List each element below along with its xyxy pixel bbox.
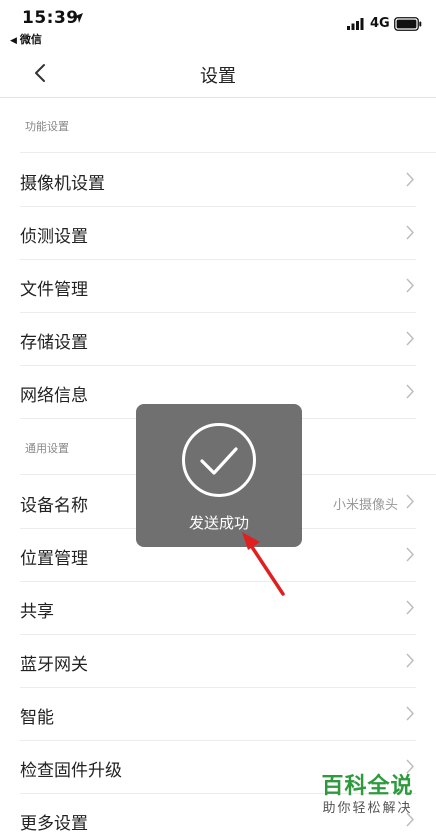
chevron-right-icon <box>406 706 414 721</box>
battery-icon <box>394 17 422 31</box>
chevron-right-icon <box>406 278 414 293</box>
chevron-right-icon <box>406 547 414 562</box>
settings-item-label: 侦测设置 <box>20 227 88 247</box>
settings-item-share[interactable]: 共享 <box>20 581 416 635</box>
watermark-main-text: 百科全说 <box>321 774 414 799</box>
section-header-general: 通用设置 <box>25 442 69 455</box>
settings-item-smart[interactable]: 智能 <box>20 687 416 741</box>
settings-item-label: 摄像机设置 <box>20 174 105 194</box>
section-header-function: 功能设置 <box>25 120 69 133</box>
settings-item-label: 检查固件升级 <box>20 761 122 781</box>
settings-item-label: 位置管理 <box>20 549 88 569</box>
settings-item-label: 存储设置 <box>20 333 88 353</box>
settings-item-label: 智能 <box>20 708 54 728</box>
back-to-app-link[interactable]: ◀ 微信 <box>10 31 42 47</box>
watermark-sub-text: 助你轻松解决 <box>322 801 413 816</box>
settings-item-detection[interactable]: 侦测设置 <box>20 206 416 260</box>
back-triangle-icon: ◀ <box>10 36 17 46</box>
chevron-right-icon <box>406 225 414 240</box>
settings-item-label: 更多设置 <box>20 814 88 834</box>
back-app-label: 微信 <box>19 33 42 46</box>
checkmark-circle-icon <box>182 423 256 497</box>
chevron-right-icon <box>406 600 414 615</box>
nav-bar: 设置 <box>0 50 436 98</box>
network-type: 4G <box>370 16 390 31</box>
status-bar: 15:39 ◀ 微信 4G <box>0 0 436 50</box>
watermark-logo: 百科全说 助你轻松解决 <box>310 774 425 817</box>
page-title: 设置 <box>200 66 236 87</box>
location-arrow-icon <box>73 13 83 23</box>
settings-item-label: 蓝牙网关 <box>20 655 88 675</box>
chevron-right-icon <box>406 759 414 774</box>
settings-item-camera[interactable]: 摄像机设置 <box>20 153 416 207</box>
chevron-right-icon <box>406 384 414 399</box>
signal-strength-icon <box>347 18 364 30</box>
settings-item-label: 文件管理 <box>20 280 88 300</box>
device-name-value: 小米摄像头 <box>332 498 398 513</box>
status-time: 15:39 <box>22 8 79 28</box>
settings-item-storage[interactable]: 存储设置 <box>20 312 416 366</box>
red-arrow-annotation-icon <box>242 532 285 596</box>
settings-item-file-management[interactable]: 文件管理 <box>20 259 416 313</box>
chevron-right-icon <box>406 172 414 187</box>
settings-item-label: 共享 <box>20 602 54 622</box>
settings-item-label: 设备名称 <box>20 496 88 516</box>
settings-item-label: 网络信息 <box>20 386 88 406</box>
chevron-right-icon <box>406 653 414 668</box>
chevron-right-icon <box>406 331 414 346</box>
settings-item-bluetooth-gateway[interactable]: 蓝牙网关 <box>20 634 416 688</box>
chevron-right-icon <box>406 494 414 509</box>
